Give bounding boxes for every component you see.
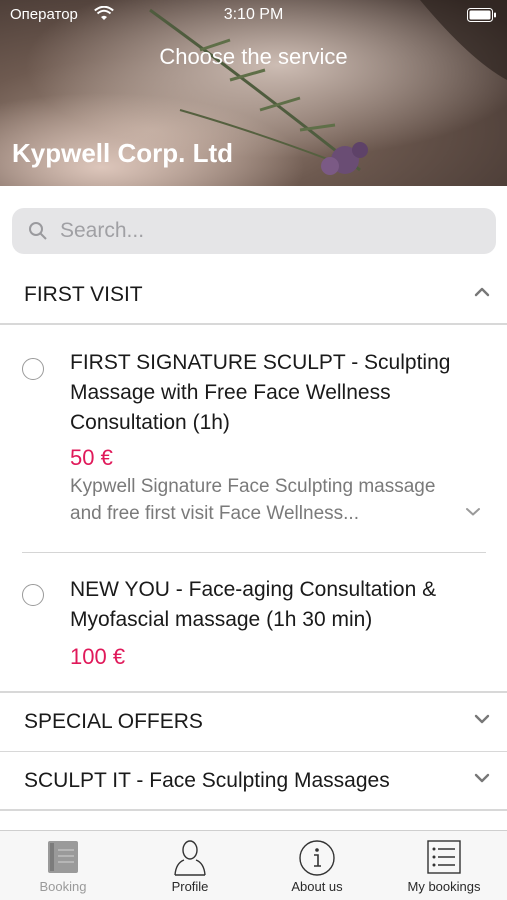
profile-icon: [174, 840, 206, 876]
section-divider: [0, 809, 507, 811]
list-icon: [427, 840, 461, 874]
company-name: Kypwell Corp. Ltd: [12, 138, 233, 168]
tab-label: About us: [291, 879, 343, 894]
service-price: 100 €: [70, 644, 126, 669]
chevron-down-icon[interactable]: [465, 506, 481, 517]
service-item-new-you[interactable]: NEW YOU - Face-aging Consultation & Myof…: [0, 553, 507, 691]
tab-label: Profile: [171, 879, 209, 894]
chevron-down-icon: [474, 773, 490, 783]
info-icon: [299, 840, 335, 876]
battery-icon: [467, 8, 496, 22]
section-sculpt-it[interactable]: SCULPT IT - Face Sculpting Massages: [0, 752, 507, 810]
section-label: FIRST VISIT: [24, 283, 143, 306]
tab-profile[interactable]: Profile: [127, 831, 253, 900]
section-divider: [0, 323, 507, 325]
service-radio[interactable]: [22, 358, 44, 380]
tab-bar: Booking Profile About us My bookings: [0, 830, 507, 900]
service-item-first-signature-sculpt[interactable]: FIRST SIGNATURE SCULPT - Sculpting Massa…: [0, 326, 507, 552]
tab-label: My bookings: [407, 879, 481, 894]
chevron-down-icon: [474, 714, 490, 724]
service-title: FIRST SIGNATURE SCULPT - Sculpting Massa…: [70, 351, 451, 434]
service-radio[interactable]: [22, 584, 44, 606]
search-input[interactable]: [60, 208, 480, 254]
search-icon: [29, 222, 47, 240]
status-bar: Оператор 3:10 PM: [0, 0, 507, 32]
service-title: NEW YOU - Face-aging Consultation & Myof…: [70, 578, 437, 631]
chevron-up-icon: [474, 287, 490, 297]
search-bar[interactable]: [12, 208, 496, 254]
header-banner: Оператор 3:10 PM Choose the service Kypw…: [0, 0, 507, 186]
section-special-offers[interactable]: SPECIAL OFFERS: [0, 693, 507, 751]
tab-label: Booking: [39, 879, 87, 894]
status-time: 3:10 PM: [223, 6, 284, 23]
tab-about-us[interactable]: About us: [254, 831, 380, 900]
section-first-visit[interactable]: FIRST VISIT: [0, 266, 507, 324]
service-description: Kypwell Signature Face Sculpting massage…: [70, 476, 436, 524]
booking-icon: [48, 841, 78, 873]
section-label: SCULPT IT - Face Sculpting Massages: [24, 769, 390, 792]
tab-booking[interactable]: Booking: [0, 831, 126, 900]
section-label: SPECIAL OFFERS: [24, 710, 203, 733]
service-price: 50 €: [70, 445, 113, 470]
tab-my-bookings[interactable]: My bookings: [381, 831, 507, 900]
page-title: Choose the service: [159, 44, 348, 69]
